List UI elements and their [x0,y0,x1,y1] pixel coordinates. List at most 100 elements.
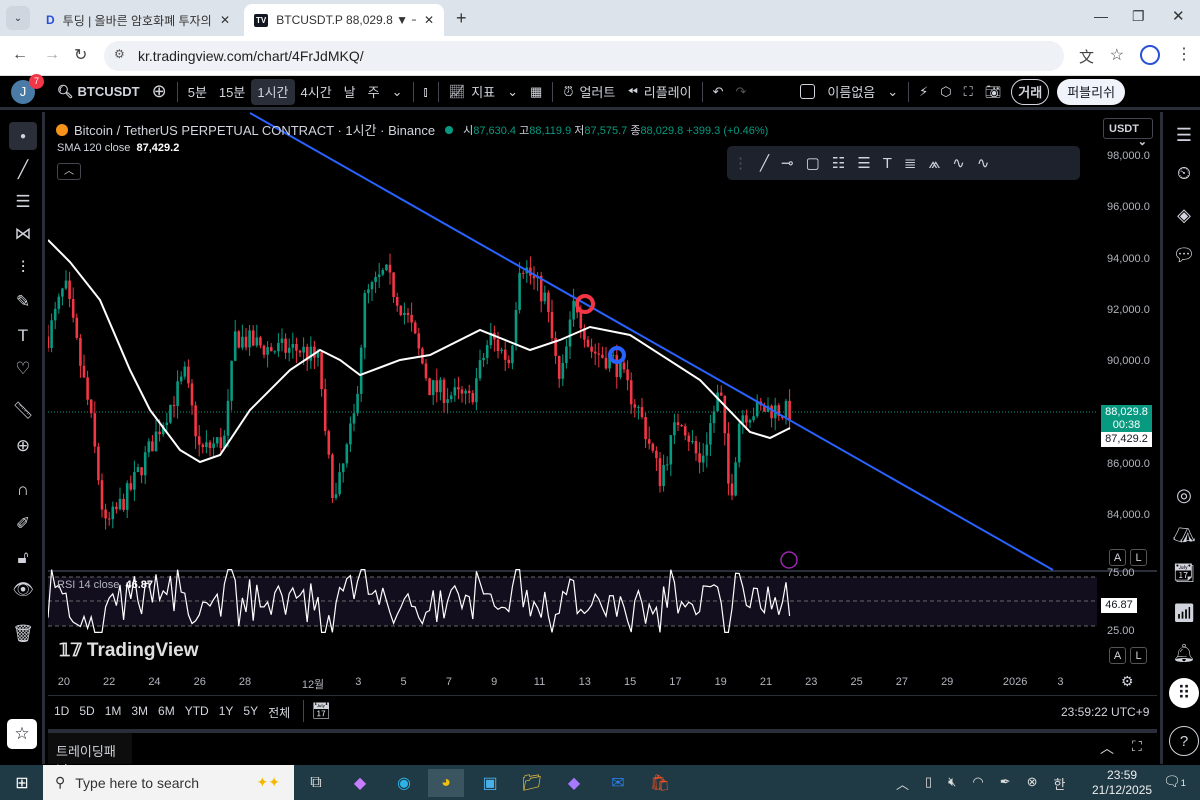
templates-grid-icon[interactable]: ▦ [524,79,548,105]
alert-button[interactable]: ⏰︎ 얼러트 [557,79,621,105]
expand-panel-icon[interactable]: ︿ [1100,738,1114,758]
go-to-date-icon[interactable]: 📅︎ [311,701,331,721]
watchlist-icon[interactable]: ☰ [1169,120,1199,150]
ideas-icon[interactable]: ⛺︎ [1169,520,1199,550]
taskbar-search[interactable]: ⚲ Type here to search ✦✦ [43,765,294,800]
indicators-button[interactable]: 📈︎ 지표 [443,79,501,105]
quick-search-icon[interactable]: ⚡︎ [913,79,934,105]
window-close-button[interactable]: ✕ [1172,7,1185,25]
ime-indicator[interactable]: 한 [1054,774,1066,793]
taskbar-clock[interactable]: 23:59 21/12/2025 [1092,768,1152,798]
layers-icon[interactable]: ◈ [1169,200,1199,230]
zoom-in-icon[interactable]: ⊕ [9,432,37,460]
camera-icon[interactable]: 📷︎ [979,79,1008,105]
collapse-legend-button[interactable]: ︿ [57,163,81,180]
parallel-channel-icon[interactable]: ☷ [832,154,845,172]
trade-button[interactable]: 거래 [1011,78,1050,105]
interval-2[interactable]: 1시간 [251,78,295,105]
trading-panel-tab[interactable]: 트레이딩패널 [48,733,132,778]
range-5Y[interactable]: 5Y [243,704,258,721]
m365-icon[interactable]: ◆ [556,769,592,797]
range-1D[interactable]: 1D [54,704,69,721]
elliott-impulse-icon[interactable]: ∿ [952,154,965,172]
redo-icon[interactable]: ↷ [730,79,753,105]
range-전체[interactable]: 전체 [268,704,290,721]
minimize-button[interactable]: — [1094,8,1108,24]
task-view-icon[interactable]: ⧉ [298,769,334,797]
trend-line-icon[interactable]: ╱ [9,156,37,184]
file-explorer-icon[interactable]: 📁︎ [514,769,550,797]
apps-grid-icon[interactable]: ⠿ [1169,678,1199,708]
close-icon[interactable]: ✕ [220,13,230,27]
auto-scale-button[interactable]: A [1109,549,1126,566]
settings-hexagon-icon[interactable]: ⬡ [934,79,957,105]
new-tab-button[interactable]: + [456,8,467,29]
outlook-icon[interactable]: ✉ [600,769,636,797]
menu-kebab-icon[interactable]: ⋮ [1176,44,1192,64]
cursor-dot-icon[interactable]: ● [9,122,37,150]
calendar-icon[interactable]: 📆︎ [1169,558,1199,588]
range-3M[interactable]: 3M [131,704,148,721]
tab-tradingview[interactable]: TV BTCUSDT.P 88,029.8 ▼ −0.33% ✕ [244,4,444,36]
lock-icon[interactable]: 🔓︎ [9,544,37,572]
maximize-panel-icon[interactable]: ⛶ [1132,738,1142,755]
app-icon[interactable]: ▣ [472,769,508,797]
eye-icon[interactable]: 👁︎ [9,576,37,604]
interval-dropdown-icon[interactable]: ⌄ [386,79,409,105]
text-icon[interactable]: T [883,155,892,172]
range-6M[interactable]: 6M [158,704,175,721]
edge-icon[interactable]: ◉ [386,769,422,797]
publish-button[interactable]: 퍼블리쉬 [1057,78,1126,105]
avatar[interactable]: J 7 [11,73,44,104]
magnet-icon[interactable]: ∩ [9,476,37,504]
log-scale-button[interactable]: L [1130,549,1147,566]
interval-1[interactable]: 15분 [213,79,251,105]
regression-channel-icon[interactable]: ☰ [857,154,870,172]
trash-icon[interactable]: 🗑︎ [9,620,37,648]
price-chart[interactable] [48,112,1157,728]
tray-chevron-icon[interactable]: ︿ [896,774,909,793]
replay-button[interactable]: ⏪︎ 리플레이 [621,79,697,105]
fullscreen-icon[interactable]: ⛶ [958,79,979,105]
volume-muted-icon[interactable]: 🔇︎ [948,774,956,793]
wifi-icon[interactable]: ◠ [972,774,983,793]
text-icon[interactable]: T [9,322,37,350]
windows-start-icon[interactable]: ⊞ [4,769,40,797]
layout-button[interactable]: 이름없음 [794,79,881,105]
undo-icon[interactable]: ↶ [707,79,730,105]
copilot-icon[interactable]: ◆ [342,769,378,797]
range-YTD[interactable]: YTD [185,704,209,721]
currency-selector[interactable]: USDT ⌄ [1103,118,1153,148]
translate-icon[interactable]: 文 [1079,46,1094,67]
sma-legend[interactable]: SMA 120 close 87,429.2 [57,142,179,154]
layout-dropdown-icon[interactable]: ⌄ [881,79,904,105]
rsi-legend[interactable]: RSI 14 close 46.87 [57,579,153,591]
url-field[interactable]: ⚙ kr.tradingview.com/chart/4FrJdMKQ/ 文 ☆ [104,41,1124,71]
indicators-dropdown-icon[interactable]: ⌄ [501,79,524,105]
site-info-icon[interactable]: ⚙ [114,47,125,61]
axis-settings-icon[interactable]: ⚙ [1121,673,1134,690]
range-1Y[interactable]: 1Y [219,704,234,721]
help-icon[interactable]: ? [1169,726,1199,756]
interval-3[interactable]: 4시간 [295,79,338,105]
maximize-button[interactable]: ❐ [1132,8,1145,25]
back-icon[interactable]: ← [12,46,28,64]
interval-0[interactable]: 5분 [182,79,213,105]
reload-icon[interactable]: ↻ [74,45,87,65]
drag-handle-icon[interactable]: ⋮ [733,154,748,172]
trend-line-icon[interactable]: ╱ [760,154,769,172]
broadcast-icon[interactable]: 📶︎ [1169,598,1199,628]
favorites-star-icon[interactable]: ☆ [7,719,37,749]
timezone-clock[interactable]: 23:59:22 UTC+9 [1061,705,1149,719]
notifications-bell-icon[interactable]: 🔔︎ [1169,638,1199,668]
notification-center-icon[interactable]: 🗨︎1 [1163,773,1186,790]
chrome-icon[interactable]: ◕ [428,769,464,797]
rsi-log-scale-button[interactable]: L [1130,647,1147,664]
pen-icon[interactable]: ✒ [1000,774,1011,793]
target-icon[interactable]: ◎ [1169,480,1199,510]
heart-icon[interactable]: ♡ [9,355,37,383]
elliott-correction-icon[interactable]: ∿ [977,154,990,172]
pattern-icon[interactable]: ⋈ [9,220,37,248]
profile-icon[interactable] [1140,45,1160,65]
stay-drawing-icon[interactable]: ✐ [9,510,37,538]
